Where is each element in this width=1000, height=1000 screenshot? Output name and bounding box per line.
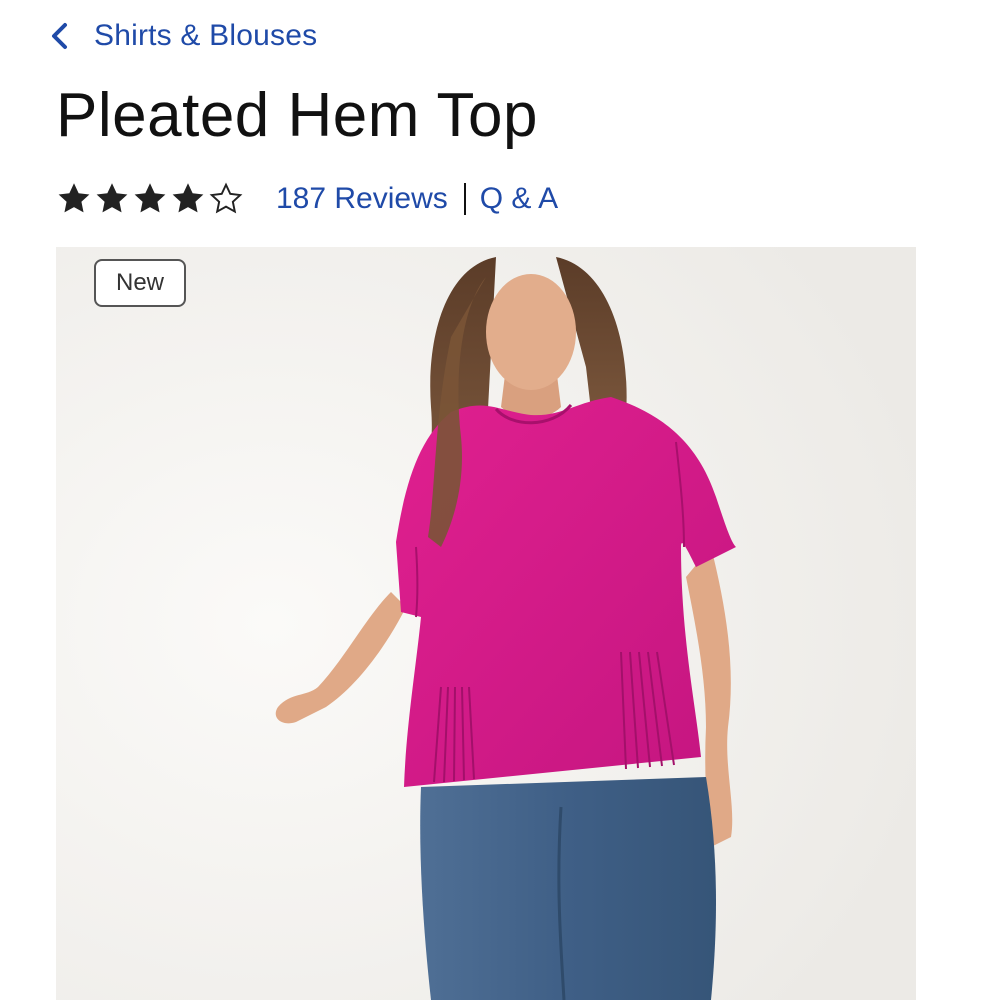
- star-filled-icon: [170, 181, 206, 217]
- product-title: Pleated Hem Top: [56, 81, 538, 150]
- rating-row: 187 Reviews Q & A: [56, 176, 558, 222]
- breadcrumb-label[interactable]: Shirts & Blouses: [94, 19, 317, 53]
- reviews-link[interactable]: 187 Reviews: [276, 182, 448, 216]
- star-filled-icon: [56, 181, 92, 217]
- new-badge: New: [94, 259, 186, 307]
- model-photo: [56, 247, 916, 1000]
- chevron-left-icon[interactable]: [48, 21, 72, 51]
- star-rating: [56, 181, 244, 217]
- qa-link[interactable]: Q & A: [480, 182, 558, 216]
- star-empty-icon: [208, 181, 244, 217]
- star-filled-icon: [132, 181, 168, 217]
- divider: [463, 183, 466, 215]
- star-filled-icon: [94, 181, 130, 217]
- breadcrumb[interactable]: Shirts & Blouses: [48, 14, 317, 58]
- product-image[interactable]: New: [56, 247, 916, 1000]
